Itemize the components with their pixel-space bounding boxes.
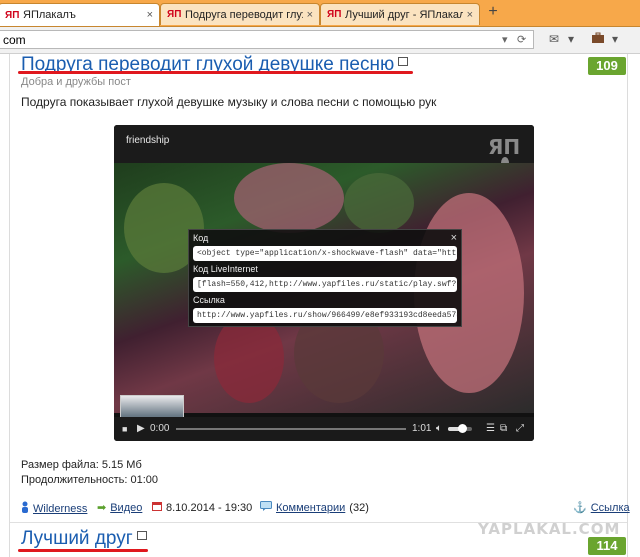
title-underline — [18, 71, 413, 74]
anchor-icon: ⚓ — [573, 502, 587, 514]
scene-shape — [344, 173, 414, 233]
close-tab-icon[interactable]: × — [147, 9, 153, 21]
open-new-window-icon[interactable] — [136, 531, 147, 540]
embed-code-label: Код — [193, 233, 209, 243]
open-new-window-icon[interactable] — [398, 57, 409, 66]
player-header: friendship ЯП — [114, 125, 534, 167]
comments-item: Комментарии (32) — [260, 501, 369, 514]
next-title-underline — [18, 549, 148, 552]
tab-label: ЯПлакалъ — [23, 9, 76, 21]
play-icon[interactable]: ▶ — [137, 422, 145, 436]
current-time: 0:00 — [150, 423, 170, 434]
stop-icon[interactable]: ■ — [122, 422, 127, 436]
next-post-title[interactable]: Лучший друг — [21, 528, 147, 550]
tab-strip: ЯП ЯПлакалъ × ЯП Подруга переводит глухо… — [0, 0, 640, 27]
address-bar[interactable]: com ▾ ⟳ — [0, 30, 534, 49]
right-border — [627, 54, 628, 557]
close-icon[interactable]: × — [451, 232, 457, 244]
post-score-badge: 109 — [588, 57, 626, 75]
comments-count: (32) — [349, 501, 369, 514]
seek-bar[interactable] — [176, 428, 406, 430]
left-border — [9, 54, 10, 557]
logo-text: ЯП — [488, 135, 521, 159]
author-item: Wilderness — [21, 501, 87, 516]
page-content: Подруга переводит глухой девушке песню 1… — [0, 54, 640, 557]
yaplakal-favicon-icon: ЯП — [167, 9, 182, 20]
menu-arrow-icon[interactable]: ▾ — [566, 32, 576, 46]
liveinternet-code-field[interactable]: [flash=550,412,http://www.yapfiles.ru/st… — [193, 277, 457, 292]
comments-link[interactable]: Комментарии — [276, 502, 345, 514]
navigation-bar: com ▾ ⟳ ✉ ▾ ▾ — [0, 27, 640, 54]
liveinternet-code-label: Код LiveInternet — [193, 264, 258, 274]
post-description: Подруга показывает глухой девушке музыку… — [21, 95, 437, 109]
post-category: Добра и дружбы пост — [21, 76, 131, 88]
tab-label: Подруга переводит глухо... — [185, 8, 303, 21]
yaplakal-favicon-icon: ЯП — [327, 9, 342, 20]
list-icon[interactable]: ☰ — [486, 422, 495, 436]
watermark: YAPLAKAL.COM — [478, 520, 621, 538]
mail-icon[interactable]: ✉ — [546, 32, 562, 46]
link-label: Ссылка — [193, 295, 225, 305]
date-item: 8.10.2014 - 19:30 — [152, 501, 252, 514]
post-meta: Wilderness ➡ Видео 8.10.2014 - 19:30 Ком… — [21, 501, 630, 517]
dropdown-arrow-icon[interactable]: ▾ — [502, 33, 508, 46]
video-title: friendship — [126, 135, 170, 146]
tab-label: Лучший друг - ЯПлакалъ — [345, 8, 463, 21]
player-controls: ■ ▶ 0:00 1:01 🔈︎ ☰ ⧉ ⤢ — [114, 417, 534, 441]
video-duration: Продолжительность: 01:00 — [21, 474, 159, 486]
user-icon — [21, 501, 29, 516]
author-link[interactable]: Wilderness — [33, 503, 87, 515]
volume-icon[interactable]: 🔈︎ — [436, 422, 442, 436]
close-tab-icon[interactable]: × — [307, 9, 313, 21]
briefcase-icon[interactable] — [590, 32, 606, 46]
duration-time: 1:01 — [412, 423, 432, 434]
yaplakal-favicon-icon: ЯП — [5, 9, 20, 21]
post-date: 8.10.2014 - 19:30 — [166, 501, 253, 514]
url-text: com — [3, 33, 26, 47]
section-item: ➡ Видео — [97, 501, 142, 515]
calendar-icon — [152, 501, 162, 514]
file-size: Размер файла: 5.15 Мб — [21, 459, 142, 471]
tab-yaplakal[interactable]: ЯП ЯПлакалъ × — [0, 3, 160, 26]
new-tab-button[interactable]: + — [485, 4, 501, 20]
arrow-right-icon: ➡ — [97, 502, 107, 514]
link-field[interactable]: http://www.yapfiles.ru/show/966499/e8ef9… — [193, 308, 457, 323]
tab-best-friend[interactable]: ЯП Лучший друг - ЯПлакалъ × — [320, 3, 480, 25]
fullscreen-icon[interactable]: ⤢ — [516, 422, 524, 436]
share-icon[interactable]: ⧉ — [500, 422, 507, 436]
next-post-title-link[interactable]: Лучший друг — [21, 528, 133, 549]
video-player[interactable]: friendship ЯП × Код <object type="applic… — [114, 125, 534, 441]
section-link[interactable]: Видео — [110, 502, 142, 514]
permalink-item: ⚓ Ссылка — [573, 501, 630, 515]
share-panel: × Код <object type="application/x-shockw… — [188, 229, 462, 327]
menu-arrow-icon[interactable]: ▾ — [610, 32, 620, 46]
permalink[interactable]: Ссылка — [591, 502, 630, 514]
close-tab-icon[interactable]: × — [467, 9, 473, 21]
volume-slider[interactable] — [448, 424, 472, 433]
next-post-score-badge: 114 — [588, 537, 626, 555]
refresh-icon[interactable]: ⟳ — [517, 33, 526, 46]
comment-icon — [260, 501, 272, 514]
embed-code-field[interactable]: <object type="application/x-shockwave-fl… — [193, 246, 457, 261]
volume-knob[interactable] — [458, 424, 468, 433]
scene-shape — [234, 163, 344, 233]
tab-friend-song[interactable]: ЯП Подруга переводит глухо... × — [160, 3, 320, 25]
